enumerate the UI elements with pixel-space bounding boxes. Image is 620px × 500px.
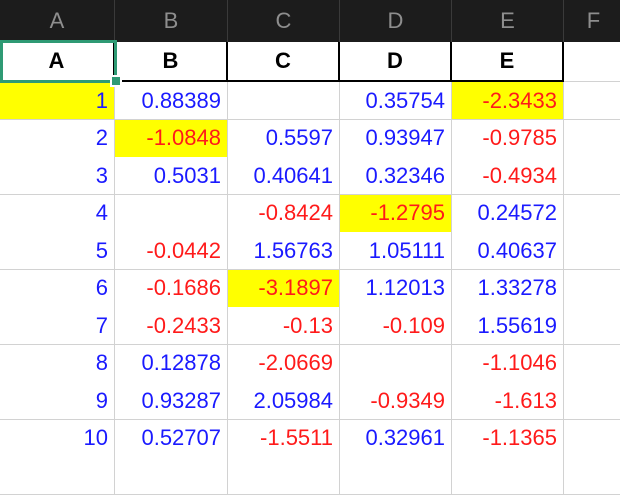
table-cell[interactable]: -2.0669 bbox=[228, 344, 340, 383]
table-cell[interactable]: 0.40641 bbox=[228, 157, 340, 195]
table-cell[interactable] bbox=[228, 457, 340, 495]
spreadsheet: ABCDEF A B C D E 1 0.88389 0.35754 -2.3433 2 -1.08… bbox=[0, 0, 620, 500]
column-header-e[interactable]: E bbox=[452, 0, 564, 42]
table-cell[interactable]: 1.33278 bbox=[452, 269, 564, 308]
table-cell[interactable]: 1 bbox=[0, 82, 115, 120]
table-cell[interactable] bbox=[564, 157, 620, 195]
table-cell[interactable]: -1.613 bbox=[452, 382, 564, 420]
table-cell[interactable]: 9 bbox=[0, 382, 115, 420]
table-cell[interactable]: -1.1046 bbox=[452, 344, 564, 383]
table-cell[interactable] bbox=[564, 194, 620, 233]
table-cell[interactable]: -0.4934 bbox=[452, 157, 564, 195]
table-cell[interactable]: -0.9785 bbox=[452, 119, 564, 158]
table-cell[interactable]: -0.8424 bbox=[228, 194, 340, 233]
table-cell[interactable]: -0.1686 bbox=[115, 269, 228, 308]
table-cell[interactable]: 0.32961 bbox=[340, 419, 452, 458]
table-cell[interactable]: -0.0442 bbox=[115, 232, 228, 270]
table-cell[interactable] bbox=[340, 344, 452, 383]
table-cell[interactable]: -0.109 bbox=[340, 307, 452, 345]
table-cell[interactable]: 0.93287 bbox=[115, 382, 228, 420]
column-header-f[interactable]: F bbox=[564, 0, 620, 42]
table-cell[interactable] bbox=[340, 457, 452, 495]
table-cell[interactable] bbox=[0, 457, 115, 495]
header-cell-b[interactable]: B bbox=[115, 42, 228, 82]
table-cell[interactable]: 0.5031 bbox=[115, 157, 228, 195]
header-cell-e[interactable]: E bbox=[452, 42, 564, 82]
table-cell[interactable]: 0.35754 bbox=[340, 82, 452, 120]
cell-f-header[interactable] bbox=[564, 42, 620, 82]
table-cell[interactable] bbox=[228, 82, 340, 120]
table-cell[interactable]: 2.05984 bbox=[228, 382, 340, 420]
header-cell-a[interactable]: A bbox=[0, 42, 115, 82]
table-cell[interactable]: 10 bbox=[0, 419, 115, 458]
table-cell[interactable] bbox=[564, 307, 620, 345]
table-cell[interactable] bbox=[564, 382, 620, 420]
table-cell[interactable]: 1.05111 bbox=[340, 232, 452, 270]
header-cell-d[interactable]: D bbox=[340, 42, 452, 82]
table-cell[interactable] bbox=[452, 457, 564, 495]
table-cell[interactable]: -1.0848 bbox=[115, 119, 228, 158]
table-cell[interactable]: 8 bbox=[0, 344, 115, 383]
table-cell[interactable]: 2 bbox=[0, 119, 115, 158]
table-cell[interactable]: -3.1897 bbox=[228, 269, 340, 308]
header-cell-c[interactable]: C bbox=[228, 42, 340, 82]
table-cell[interactable] bbox=[564, 457, 620, 495]
table-cell[interactable]: 1.56763 bbox=[228, 232, 340, 270]
table-cell[interactable] bbox=[564, 269, 620, 308]
table-cell[interactable]: 4 bbox=[0, 194, 115, 233]
table-cell[interactable] bbox=[564, 232, 620, 270]
table-cell[interactable] bbox=[564, 119, 620, 158]
table-cell[interactable]: -1.2795 bbox=[340, 194, 452, 233]
table-cell[interactable]: 0.52707 bbox=[115, 419, 228, 458]
column-header-a[interactable]: A bbox=[0, 0, 115, 42]
table-cell[interactable] bbox=[564, 344, 620, 383]
table-cell[interactable]: 0.93947 bbox=[340, 119, 452, 158]
column-header-c[interactable]: C bbox=[228, 0, 340, 42]
table-cell[interactable] bbox=[115, 194, 228, 233]
table-cell[interactable]: 1.12013 bbox=[340, 269, 452, 308]
column-header-d[interactable]: D bbox=[340, 0, 452, 42]
table-cell[interactable]: -0.13 bbox=[228, 307, 340, 345]
column-header-b[interactable]: B bbox=[115, 0, 228, 42]
table-cell[interactable]: 3 bbox=[0, 157, 115, 195]
table-cell[interactable]: 1.55619 bbox=[452, 307, 564, 345]
table-cell[interactable]: 7 bbox=[0, 307, 115, 345]
table-cell[interactable]: 0.32346 bbox=[340, 157, 452, 195]
fill-handle[interactable] bbox=[110, 75, 122, 87]
table-cell[interactable]: -0.2433 bbox=[115, 307, 228, 345]
table-cell[interactable]: 6 bbox=[0, 269, 115, 308]
table-cell[interactable] bbox=[115, 457, 228, 495]
table-cell[interactable]: 0.5597 bbox=[228, 119, 340, 158]
table-cell[interactable]: 0.12878 bbox=[115, 344, 228, 383]
table-cell[interactable]: 0.88389 bbox=[115, 82, 228, 120]
table-cell[interactable] bbox=[564, 82, 620, 120]
table-cell[interactable]: -2.3433 bbox=[452, 82, 564, 120]
table-cell[interactable]: -1.5511 bbox=[228, 419, 340, 458]
table-cell[interactable]: 0.40637 bbox=[452, 232, 564, 270]
table-cell[interactable]: -1.1365 bbox=[452, 419, 564, 458]
table-cell[interactable]: 5 bbox=[0, 232, 115, 270]
table-cell[interactable] bbox=[564, 419, 620, 458]
table-cell[interactable]: 0.24572 bbox=[452, 194, 564, 233]
table-cell[interactable]: -0.9349 bbox=[340, 382, 452, 420]
